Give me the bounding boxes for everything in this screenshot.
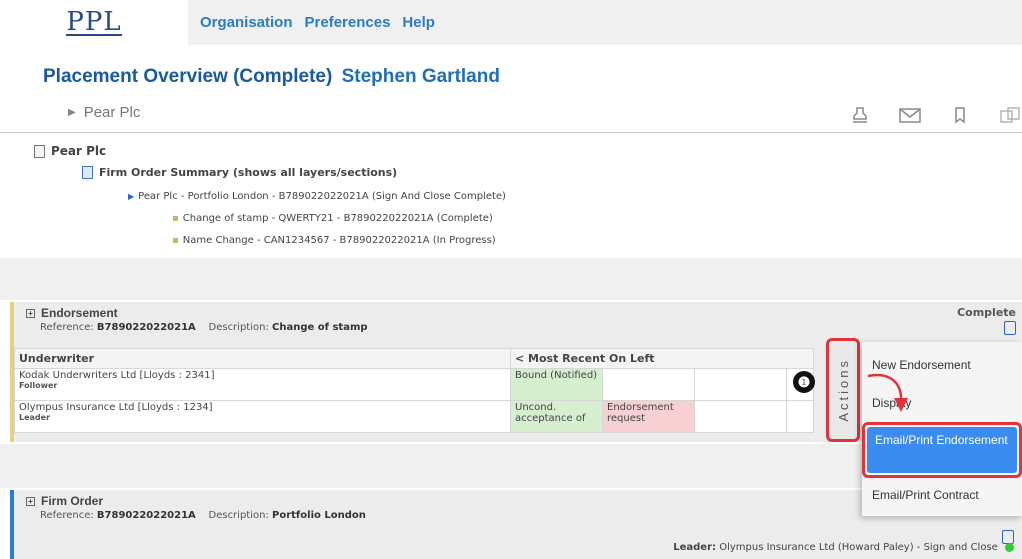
- tree-firm-order-summary[interactable]: Firm Order Summary (shows all layers/sec…: [82, 166, 397, 179]
- desc-value: Change of stamp: [272, 322, 368, 333]
- table-row[interactable]: Kodak Underwriters Ltd [Lloyds : 2341] F…: [14, 368, 814, 401]
- client-row: ▶ Pear Plc: [0, 100, 1022, 133]
- tree-summary-label: Firm Order Summary (shows all layers/sec…: [99, 166, 398, 179]
- ppl-logo[interactable]: PPL: [0, 0, 188, 45]
- leader-value: Olympus Insurance Ltd (Howard Paley) - S…: [719, 542, 998, 553]
- status-cell: Bound (Notified): [510, 368, 603, 401]
- underwriter-cell: Kodak Underwriters Ltd [Lloyds : 2341] F…: [14, 368, 511, 401]
- page-title: Placement Overview (Complete): [43, 66, 333, 87]
- main-nav: Organisation Preferences Help: [200, 0, 447, 45]
- placement-tree: Pear Plc Firm Order Summary (shows all l…: [0, 134, 1022, 258]
- expand-plus-icon[interactable]: +: [26, 308, 35, 318]
- menu-email-print-endorsement[interactable]: Email/Print Endorsement: [862, 422, 1022, 478]
- col-underwriter: Underwriter: [14, 348, 511, 369]
- status-cell: Endorsement request: [602, 400, 695, 433]
- tree-portfolio-label: Pear Plc - Portfolio London - B789022022…: [138, 191, 506, 202]
- menu-display[interactable]: Display: [872, 396, 911, 410]
- actions-tab[interactable]: Actions: [826, 338, 860, 442]
- tree-child-label: Change of stamp - QWERTY21 - B7890220220…: [182, 213, 493, 224]
- tree-root-label: Pear Plc: [51, 144, 107, 158]
- tree-portfolio-item[interactable]: ▶ Pear Plc - Portfolio London - B78902202…: [128, 191, 506, 202]
- desc-value: Portfolio London: [272, 510, 366, 521]
- status-text: Complete: [957, 306, 1016, 319]
- underwriter-cell: Olympus Insurance Ltd [Lloyds : 1234] Le…: [14, 400, 511, 433]
- ref-value: B789022022021A: [96, 322, 196, 333]
- col-most-recent: < Most Recent On Left: [510, 348, 814, 369]
- endorsement-status: Complete: [957, 306, 1016, 338]
- table-row[interactable]: Olympus Insurance Ltd [Lloyds : 1234] Le…: [14, 400, 814, 433]
- nav-help[interactable]: Help: [402, 14, 435, 31]
- tree-child-item[interactable]: ▪ Change of stamp - QWERTY21 - B789022022…: [172, 213, 493, 224]
- toolbar-icons: [848, 106, 1022, 124]
- client-name: Pear Plc: [83, 104, 141, 121]
- status-cell: [602, 368, 695, 401]
- separator-band: [0, 258, 1022, 300]
- envelope-icon[interactable]: [898, 106, 922, 124]
- actions-menu: New Endorsement Display Email/Print Endo…: [862, 342, 1022, 516]
- ref-label: Reference:: [40, 322, 94, 333]
- document-blue-icon: [82, 166, 93, 179]
- status-cell: [694, 400, 787, 433]
- firm-order-reference: Reference: B789022022021A Description: P…: [40, 510, 366, 521]
- tree-child-item[interactable]: ▪ Name Change - CAN1234567 - B78902202202…: [172, 235, 496, 246]
- desc-label: Description:: [208, 322, 269, 333]
- ref-label: Reference:: [40, 510, 94, 521]
- leader-label: Leader:: [673, 542, 717, 553]
- firm-order-title-text: Firm Order: [41, 494, 104, 508]
- menu-email-print-contract[interactable]: Email/Print Contract: [872, 488, 979, 502]
- desc-label: Description:: [208, 510, 269, 521]
- expand-plus-icon[interactable]: +: [26, 496, 35, 506]
- underwriter-name: Kodak Underwriters Ltd [Lloyds : 2341]: [19, 370, 215, 381]
- tree-root[interactable]: Pear Plc: [34, 144, 106, 158]
- firm-order-title[interactable]: + Firm Order: [26, 494, 366, 508]
- client-toggle[interactable]: ▶ Pear Plc: [68, 104, 140, 121]
- triangle-right-icon: ▶: [68, 107, 76, 118]
- pdf-icon[interactable]: [1004, 321, 1016, 335]
- underwriter-role: Follower: [19, 381, 58, 390]
- status-dot-icon: [1005, 542, 1014, 552]
- actions-tab-label: Actions: [835, 358, 851, 422]
- bullet-icon: ▪: [172, 213, 179, 224]
- firm-order-header: + Firm Order Reference: B789022022021A D…: [26, 494, 366, 521]
- endorsement-title[interactable]: + Endorsement: [26, 306, 368, 320]
- tree-child-label: Name Change - CAN1234567 - B789022022021…: [182, 235, 496, 246]
- document-icon: [34, 144, 45, 158]
- step-badge: ❶: [793, 371, 815, 393]
- ref-value: B789022022021A: [96, 510, 196, 521]
- bookmark-icon[interactable]: [948, 106, 972, 124]
- status-cell: [786, 400, 814, 433]
- page-title-row: Placement Overview (Complete) Stephen Ga…: [43, 66, 500, 88]
- underwriter-table: Underwriter < Most Recent On Left Kodak …: [14, 348, 814, 433]
- nav-preferences[interactable]: Preferences: [305, 14, 391, 31]
- status-cell: [694, 368, 787, 401]
- documents-icon[interactable]: [998, 106, 1022, 124]
- stamp-icon[interactable]: [848, 106, 872, 124]
- nav-organisation[interactable]: Organisation: [200, 14, 293, 31]
- endorsement-title-text: Endorsement: [41, 306, 118, 320]
- leader-line: Leader: Olympus Insurance Ltd (Howard Pa…: [673, 542, 1014, 553]
- menu-email-print-endorsement-label: Email/Print Endorsement: [867, 427, 1017, 473]
- bullet-icon: ▪: [172, 235, 179, 246]
- endorsement-header: + Endorsement Reference: B789022022021A …: [26, 306, 368, 333]
- blue-arrow-icon: ▶: [128, 192, 135, 201]
- endorsement-reference: Reference: B789022022021A Description: C…: [40, 322, 368, 333]
- underwriter-role: Leader: [19, 413, 51, 422]
- logo-text: PPL: [66, 6, 122, 37]
- status-cell: Uncond. acceptance of: [510, 400, 603, 433]
- page-subtitle: Stephen Gartland: [341, 66, 500, 87]
- menu-new-endorsement[interactable]: New Endorsement: [872, 358, 971, 372]
- top-bar: PPL Organisation Preferences Help: [0, 0, 1022, 45]
- underwriter-name: Olympus Insurance Ltd [Lloyds : 1234]: [19, 402, 213, 413]
